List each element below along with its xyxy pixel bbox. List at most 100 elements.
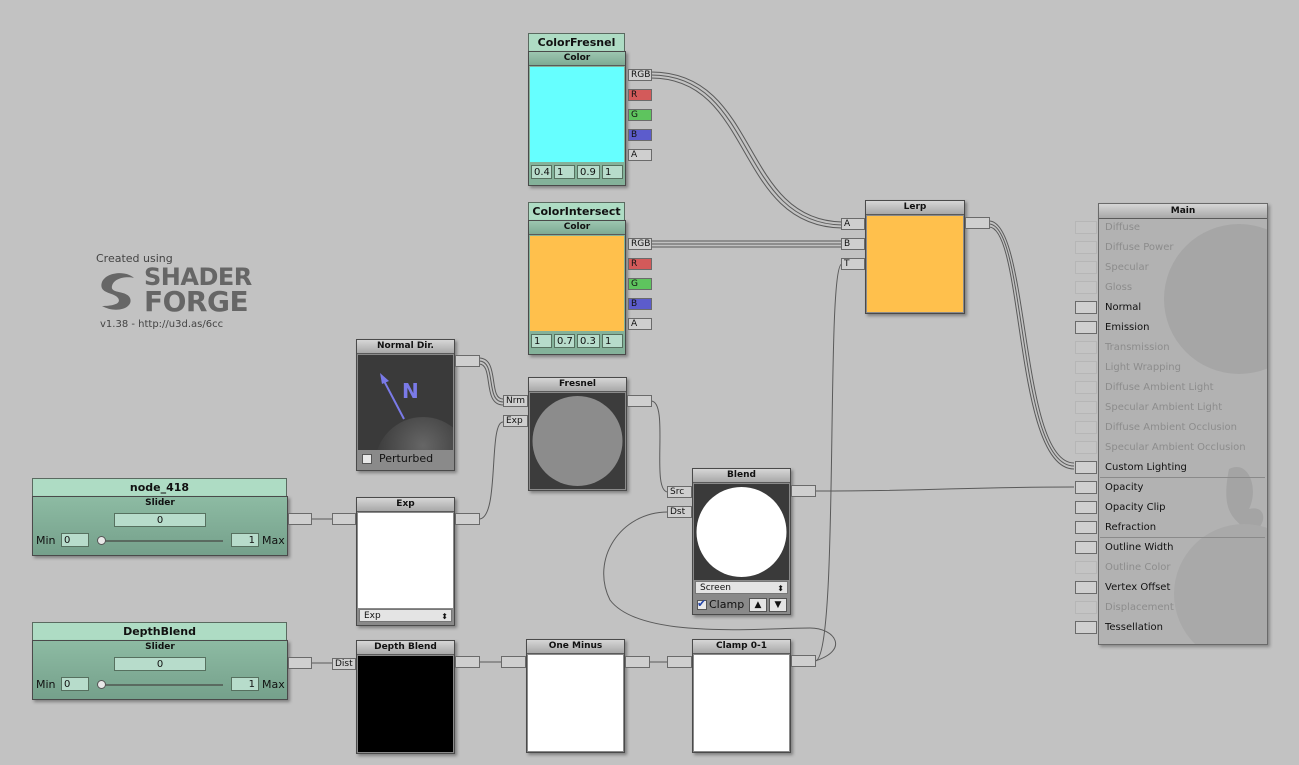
main-input-port[interactable] bbox=[1075, 321, 1097, 334]
main-input-port[interactable] bbox=[1075, 441, 1097, 454]
node418-slider-track[interactable] bbox=[99, 540, 223, 542]
depthblend-in-dist[interactable]: Dist bbox=[332, 658, 356, 670]
depthblend-slider-name[interactable]: DepthBlend bbox=[32, 622, 287, 641]
colorintersect-node[interactable]: Color 1 0.7 0.3 1 bbox=[528, 220, 626, 355]
main-input-port[interactable] bbox=[1075, 461, 1097, 474]
colorintersect-out-rgb[interactable]: RGB bbox=[628, 238, 652, 250]
depthblend-out[interactable] bbox=[455, 656, 480, 668]
main-input-port[interactable] bbox=[1075, 381, 1097, 394]
exp-out[interactable] bbox=[455, 513, 480, 525]
blend-in-src[interactable]: Src bbox=[667, 486, 692, 498]
colorfresnel-a-value[interactable]: 1 bbox=[602, 165, 623, 179]
node418-value-field[interactable]: 0 bbox=[114, 513, 206, 527]
colorintersect-swatch[interactable] bbox=[530, 236, 624, 331]
node418-name[interactable]: node_418 bbox=[32, 478, 287, 497]
normaldir-out[interactable] bbox=[455, 355, 480, 367]
main-input-port[interactable] bbox=[1075, 221, 1097, 234]
normaldir-node[interactable]: Normal Dir. N Perturbed bbox=[356, 339, 455, 471]
main-input-port[interactable] bbox=[1075, 541, 1097, 554]
blend-node[interactable]: Blend Screen ⬍ ✔ Clamp ▲ ▼ bbox=[692, 468, 791, 615]
blend-out[interactable] bbox=[791, 485, 816, 497]
lerp-title: Lerp bbox=[866, 201, 964, 215]
depthblend-slider-knob[interactable] bbox=[97, 680, 106, 689]
depthblend-node[interactable]: Depth Blend bbox=[356, 640, 455, 754]
node418-min-field[interactable]: 0 bbox=[61, 533, 89, 547]
colorfresnel-node[interactable]: Color 0.4 1 0.9 1 bbox=[528, 51, 626, 186]
main-input-port[interactable] bbox=[1075, 481, 1097, 494]
colorintersect-out-r[interactable]: R bbox=[628, 258, 652, 270]
main-input-label: Diffuse Power bbox=[1105, 242, 1174, 253]
main-input-port[interactable] bbox=[1075, 621, 1097, 634]
lerp-out[interactable] bbox=[965, 217, 990, 229]
colorintersect-out-a[interactable]: A bbox=[628, 318, 652, 330]
main-input-port[interactable] bbox=[1075, 501, 1097, 514]
lerp-in-a[interactable]: A bbox=[841, 218, 865, 230]
colorintersect-r-value[interactable]: 1 bbox=[531, 334, 552, 348]
depthblend-value-field[interactable]: 0 bbox=[114, 657, 206, 671]
main-input-port[interactable] bbox=[1075, 241, 1097, 254]
exp-node[interactable]: Exp Exp ⬍ bbox=[356, 497, 455, 626]
main-input-port[interactable] bbox=[1075, 281, 1097, 294]
main-input-port[interactable] bbox=[1075, 521, 1097, 534]
node418-slider-node[interactable]: Slider 0 Min 0 1 Max bbox=[32, 496, 288, 556]
blend-mode-value: Screen bbox=[700, 583, 731, 593]
oneminus-node[interactable]: One Minus bbox=[526, 639, 625, 753]
main-input-port[interactable] bbox=[1075, 581, 1097, 594]
depthblend-max-field[interactable]: 1 bbox=[231, 677, 259, 691]
blend-mode-down-button[interactable]: ▼ bbox=[769, 598, 787, 612]
blend-mode-dropdown[interactable]: Screen ⬍ bbox=[695, 581, 788, 594]
colorfresnel-b-value[interactable]: 0.9 bbox=[577, 165, 600, 179]
colorintersect-out-b[interactable]: B bbox=[628, 298, 652, 310]
fresnel-in-nrm[interactable]: Nrm bbox=[503, 395, 528, 407]
colorfresnel-out-b[interactable]: B bbox=[628, 129, 652, 141]
main-input-port[interactable] bbox=[1075, 301, 1097, 314]
colorfresnel-r-value[interactable]: 0.4 bbox=[531, 165, 552, 179]
lerp-in-b[interactable]: B bbox=[841, 238, 865, 250]
clamp01-in[interactable] bbox=[667, 656, 692, 668]
main-input-port[interactable] bbox=[1075, 401, 1097, 414]
clamp01-node[interactable]: Clamp 0-1 bbox=[692, 639, 791, 753]
colorfresnel-swatch[interactable] bbox=[530, 67, 624, 162]
colorfresnel-out-rgb[interactable]: RGB bbox=[628, 69, 652, 81]
depthblend-slider-track[interactable] bbox=[99, 684, 223, 686]
perturbed-checkbox[interactable] bbox=[362, 454, 372, 464]
colorintersect-name[interactable]: ColorIntersect bbox=[528, 202, 625, 221]
depthblend-slider-node[interactable]: Slider 0 Min 0 1 Max bbox=[32, 640, 288, 700]
oneminus-out[interactable] bbox=[625, 656, 650, 668]
depthblend-min-field[interactable]: 0 bbox=[61, 677, 89, 691]
exp-mode-dropdown[interactable]: Exp ⬍ bbox=[359, 609, 452, 622]
blend-mode-up-button[interactable]: ▲ bbox=[749, 598, 767, 612]
exp-in[interactable] bbox=[332, 513, 356, 525]
colorintersect-a-value[interactable]: 1 bbox=[602, 334, 623, 348]
lerp-node[interactable]: Lerp bbox=[865, 200, 965, 314]
node418-type: Slider bbox=[145, 498, 175, 508]
main-input-port[interactable] bbox=[1075, 341, 1097, 354]
node418-slider-knob[interactable] bbox=[97, 536, 106, 545]
colorintersect-type: Color bbox=[529, 221, 625, 235]
lerp-in-t[interactable]: T bbox=[841, 258, 865, 270]
node418-max-field[interactable]: 1 bbox=[231, 533, 259, 547]
clamp-checkbox[interactable]: ✔ bbox=[697, 597, 707, 610]
fresnel-in-exp[interactable]: Exp bbox=[503, 415, 528, 427]
fresnel-node[interactable]: Fresnel bbox=[528, 377, 627, 491]
colorfresnel-out-r[interactable]: R bbox=[628, 89, 652, 101]
colorintersect-g-value[interactable]: 0.7 bbox=[554, 334, 575, 348]
fresnel-out[interactable] bbox=[627, 395, 652, 407]
main-input-port[interactable] bbox=[1075, 421, 1097, 434]
colorfresnel-name[interactable]: ColorFresnel bbox=[528, 33, 625, 52]
oneminus-in[interactable] bbox=[501, 656, 526, 668]
depthblend-slider-out[interactable] bbox=[288, 657, 312, 669]
main-input-row: Vertex Offset bbox=[1075, 578, 1265, 598]
main-input-port[interactable] bbox=[1075, 261, 1097, 274]
main-input-port[interactable] bbox=[1075, 361, 1097, 374]
clamp01-out[interactable] bbox=[791, 655, 816, 667]
colorfresnel-g-value[interactable]: 1 bbox=[554, 165, 575, 179]
colorintersect-out-g[interactable]: G bbox=[628, 278, 652, 290]
node418-out[interactable] bbox=[288, 513, 312, 525]
blend-in-dst[interactable]: Dst bbox=[667, 506, 692, 518]
colorfresnel-out-a[interactable]: A bbox=[628, 149, 652, 161]
main-input-port[interactable] bbox=[1075, 561, 1097, 574]
colorfresnel-out-g[interactable]: G bbox=[628, 109, 652, 121]
colorintersect-b-value[interactable]: 0.3 bbox=[577, 334, 600, 348]
main-input-port[interactable] bbox=[1075, 601, 1097, 614]
